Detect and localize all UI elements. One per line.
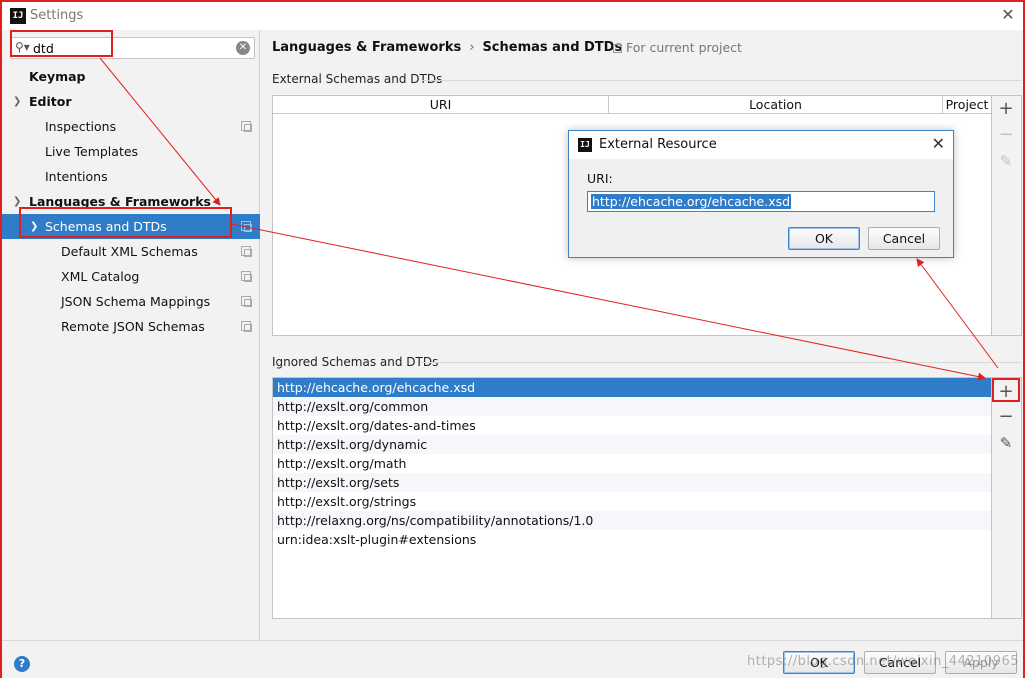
project-scope-icon [241, 121, 252, 132]
tree-item-default-xml-schemas[interactable]: Default XML Schemas [2, 239, 260, 264]
tree-item-editor[interactable]: ❯ Editor [2, 89, 260, 114]
settings-sidebar: ⚲▾ ✕ Keymap ❯ Editor Inspections Live Te… [2, 30, 260, 640]
uri-input-value[interactable]: http://ehcache.org/ehcache.xsd [591, 194, 792, 209]
column-header-uri[interactable]: URI [273, 96, 608, 114]
uri-label: URI: [587, 171, 613, 186]
tree-item-inspections[interactable]: Inspections [2, 114, 260, 139]
settings-content: Languages & Frameworks › Schemas and DTDs … [261, 30, 1023, 640]
tree-item-keymap[interactable]: Keymap [2, 64, 260, 89]
clear-search-icon[interactable]: ✕ [236, 41, 250, 55]
breadcrumb: Languages & Frameworks › Schemas and DTDs [272, 40, 622, 55]
settings-window: IJ Settings ✕ ⚲▾ ✕ Keymap ❯ Editor Inspe… [0, 0, 1025, 678]
external-resource-dialog: IJ External Resource ✕ URI: http://ehcac… [568, 130, 954, 258]
window-close-icon[interactable]: ✕ [999, 5, 1017, 24]
dialog-footer: ? OK Cancel Apply https://blog.csdn.net/… [2, 640, 1023, 678]
external-toolbar: + − ✎ [992, 95, 1022, 336]
scope-label: For current project [626, 40, 742, 55]
title-bar: IJ Settings ✕ [2, 2, 1023, 30]
tree-item-label: Intentions [45, 169, 108, 184]
ignored-list-row[interactable]: http://exslt.org/math [273, 454, 991, 473]
section-divider [421, 362, 1021, 363]
uri-input[interactable]: http://ehcache.org/ehcache.xsd [587, 191, 935, 212]
add-external-button[interactable]: + [992, 97, 1020, 121]
ignored-list-row[interactable]: http://exslt.org/strings [273, 492, 991, 511]
tree-item-label: JSON Schema Mappings [61, 294, 211, 309]
remove-external-button[interactable]: − [992, 123, 1020, 147]
chevron-down-icon[interactable]: ❯ [13, 89, 21, 114]
section-divider [421, 80, 1021, 81]
tree-item-label: Keymap [29, 69, 86, 84]
edit-ignored-button[interactable]: ✎ [992, 431, 1020, 455]
annotation-box-search [10, 30, 113, 57]
dialog-ok-button[interactable]: OK [788, 227, 860, 250]
project-scope-icon [241, 221, 252, 232]
dialog-cancel-button[interactable]: Cancel [868, 227, 940, 250]
ignored-list-row[interactable]: http://ehcache.org/ehcache.xsd [273, 378, 991, 397]
column-header-project[interactable]: Project [942, 96, 991, 114]
breadcrumb-current: Schemas and DTDs [482, 40, 623, 55]
tree-item-label: XML Catalog [61, 269, 140, 284]
breadcrumb-separator: › [469, 40, 475, 55]
watermark: https://blog.csdn.net/weixin_44210965 [747, 654, 1020, 669]
remove-ignored-button[interactable]: − [992, 405, 1020, 429]
external-section-label: External Schemas and DTDs [272, 72, 443, 86]
breadcrumb-parent[interactable]: Languages & Frameworks [272, 40, 461, 55]
tree-item-json-schema-mappings[interactable]: JSON Schema Mappings [2, 289, 260, 314]
project-scope-icon [241, 296, 252, 307]
tree-item-intentions[interactable]: Intentions [2, 164, 260, 189]
tree-item-label: Inspections [45, 119, 117, 134]
ignored-toolbar: + − ✎ [992, 377, 1022, 619]
tree-item-label: Default XML Schemas [61, 244, 198, 259]
scope-indicator: For current project [613, 40, 742, 55]
dialog-title-bar: IJ External Resource ✕ [569, 131, 953, 159]
ignored-schemas-list[interactable]: http://ehcache.org/ehcache.xsd http://exs… [272, 377, 992, 619]
ignored-list-row[interactable]: http://exslt.org/common [273, 397, 991, 416]
ignored-list-row[interactable]: urn:idea:xslt-plugin#extensions [273, 530, 991, 549]
ignored-list-row[interactable]: http://exslt.org/sets [273, 473, 991, 492]
add-ignored-button[interactable]: + [992, 378, 1020, 402]
ignored-list-row[interactable]: http://exslt.org/dates-and-times [273, 416, 991, 435]
ignored-list-row[interactable]: http://exslt.org/dynamic [273, 435, 991, 454]
help-icon[interactable]: ? [14, 656, 30, 672]
dialog-close-icon[interactable]: ✕ [932, 134, 945, 153]
annotation-box-schemas [19, 207, 232, 238]
ignored-list-row[interactable]: http://relaxng.org/ns/compatibility/anno… [273, 511, 991, 530]
tree-item-label: Live Templates [45, 144, 139, 159]
tree-item-label: Editor [29, 94, 72, 109]
intellij-logo-icon: IJ [578, 138, 592, 152]
tree-item-label: Remote JSON Schemas [61, 319, 205, 334]
project-scope-icon [241, 321, 252, 332]
window-title: Settings [30, 8, 84, 23]
tree-item-remote-json-schemas[interactable]: Remote JSON Schemas [2, 314, 260, 339]
column-header-location[interactable]: Location [608, 96, 942, 114]
project-scope-icon [241, 271, 252, 282]
tree-item-live-templates[interactable]: Live Templates [2, 139, 260, 164]
intellij-logo-icon: IJ [10, 8, 26, 24]
ignored-section-label: Ignored Schemas and DTDs [272, 355, 439, 369]
edit-external-button[interactable]: ✎ [992, 149, 1020, 173]
dialog-title: External Resource [599, 137, 717, 152]
project-scope-icon [613, 44, 622, 53]
project-scope-icon [241, 246, 252, 257]
tree-item-xml-catalog[interactable]: XML Catalog [2, 264, 260, 289]
